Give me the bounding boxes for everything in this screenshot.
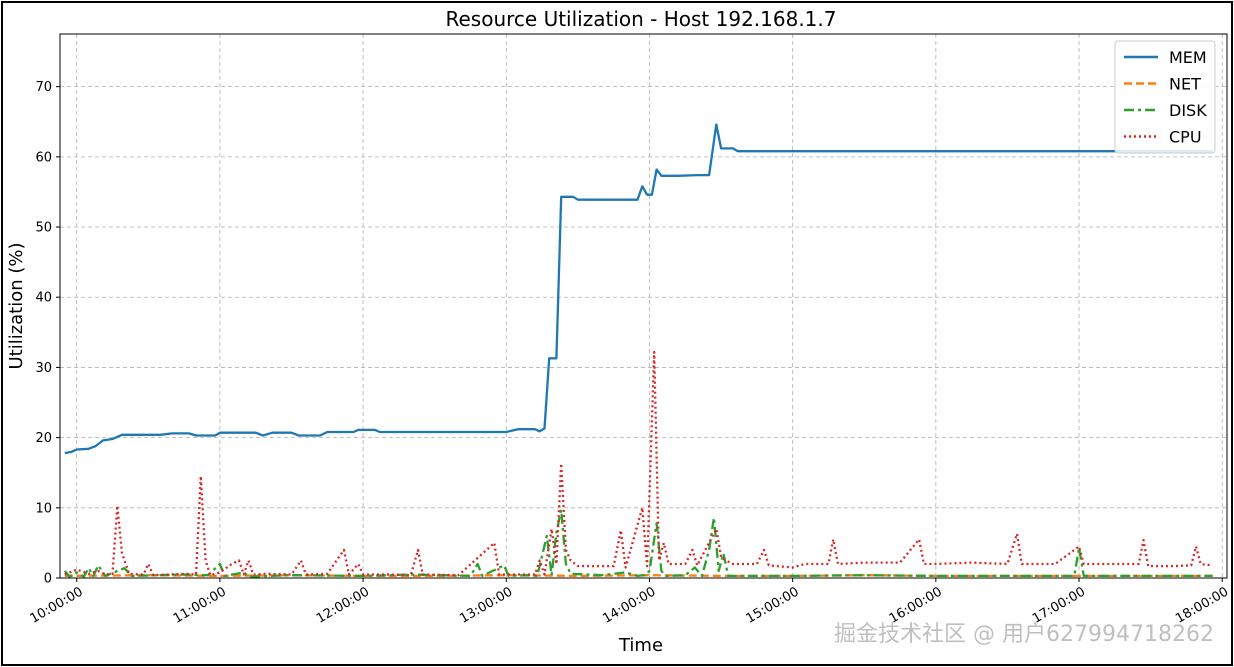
x-tick-label: 10:00:00 — [28, 584, 86, 626]
axes: 0 10 20 30 40 50 60 70 10:00:00 11:00:00 12:00:00 1… — [28, 80, 1232, 627]
legend-label-net: NET — [1169, 75, 1201, 94]
y-tick-label: 50 — [35, 221, 52, 236]
x-tick-label: 12:00:00 — [314, 584, 372, 626]
y-tick-label: 10 — [35, 501, 52, 516]
series-line-mem — [64, 123, 1213, 455]
watermark-text: 掘金技术社区 @ 用户627994718262 — [834, 622, 1214, 647]
y-tick-label: 70 — [35, 80, 52, 95]
series-line-disk — [63, 508, 1213, 578]
plot-lines — [63, 123, 1213, 578]
legend: MEM NET DISK CPU — [1114, 40, 1216, 154]
y-tick-label: 40 — [35, 291, 52, 306]
y-tick-label: 30 — [35, 361, 52, 376]
x-tick-label: 13:00:00 — [457, 584, 515, 626]
y-axis-title: Utilization (%) — [6, 242, 27, 369]
x-tick-label: 18:00:00 — [1173, 584, 1231, 626]
chart-title: Resource Utilization - Host 192.168.1.7 — [446, 7, 837, 31]
y-tick-label: 20 — [35, 431, 52, 446]
x-tick-label: 15:00:00 — [744, 584, 802, 626]
x-tick-label: 14:00:00 — [600, 584, 658, 626]
x-tick-label: 11:00:00 — [171, 584, 229, 626]
y-tick-label: 60 — [35, 150, 52, 165]
y-tick-label: 0 — [44, 572, 52, 587]
x-axis-title: Time — [618, 635, 663, 656]
legend-label-cpu: CPU — [1169, 128, 1202, 147]
x-tick-label: 16:00:00 — [887, 584, 945, 626]
grid — [60, 34, 1227, 579]
legend-label-disk: DISK — [1169, 101, 1207, 120]
series-line-cpu — [64, 350, 1213, 577]
x-tick-label: 17:00:00 — [1030, 584, 1088, 626]
legend-label-mem: MEM — [1169, 48, 1207, 67]
plot-area — [59, 33, 1228, 579]
chart-canvas: Resource Utilization - Host 192.168.1.7 … — [6, 7, 1232, 656]
